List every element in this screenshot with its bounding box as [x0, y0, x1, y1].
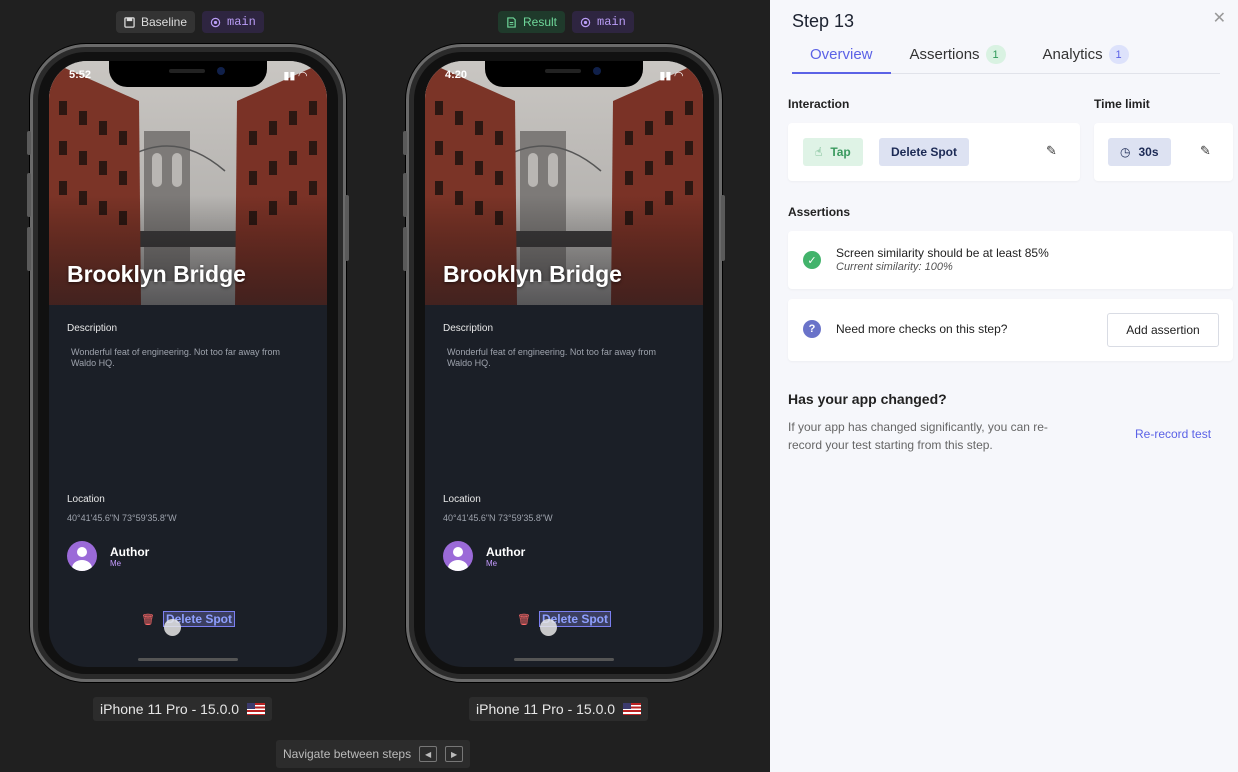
current-similarity-text: Current similarity: 100% [836, 261, 953, 273]
description-label: Description [443, 323, 494, 334]
close-icon[interactable]: ✕ [1213, 8, 1226, 28]
delete-spot-button[interactable]: 🗑 Delete Spot [49, 611, 327, 627]
question-icon: ? [803, 320, 821, 338]
volume-up-button [27, 173, 31, 217]
similarity-assertion-card: ✓ Screen similarity should be at least 8… [788, 231, 1233, 289]
step-details-panel: Step 13 ✕ Overview Assertions 1 Analytic… [770, 0, 1238, 772]
analytics-count-badge: 1 [1108, 45, 1129, 64]
baseline-tag: Baseline [116, 11, 196, 33]
save-icon [124, 16, 135, 28]
status-bar: 5:52 ▮▮ ◠ [69, 69, 307, 82]
assertions-count-badge: 1 [985, 45, 1006, 64]
volume-down-button [27, 227, 31, 271]
author-name: Me [110, 558, 122, 568]
author-row: Author Me [443, 541, 525, 571]
spot-title: Brooklyn Bridge [67, 261, 246, 287]
baseline-tags: Baseline main [116, 11, 264, 33]
spot-title: Brooklyn Bridge [443, 261, 622, 287]
tap-indicator [164, 619, 181, 636]
interaction-heading: Interaction [788, 97, 850, 111]
target-chip: Delete Spot [879, 138, 970, 166]
baseline-phone: 5:52 ▮▮ ◠ Brooklyn Bridge Description Wo… [27, 44, 349, 682]
status-time: 5:52 [69, 69, 92, 81]
assertions-heading: Assertions [788, 205, 851, 219]
rerecord-test-link[interactable]: Re-record test [1135, 427, 1211, 441]
hand-pointer-icon: ☝ [815, 145, 823, 159]
signal-icon: ▮▮ ◠ [659, 70, 683, 82]
panel-title: Step 13 [792, 11, 855, 31]
tab-assertions[interactable]: Assertions 1 [910, 40, 1006, 74]
volume-down-button [403, 227, 407, 271]
baseline-screen: 5:52 ▮▮ ◠ Brooklyn Bridge Description Wo… [49, 61, 327, 667]
add-assertion-button[interactable]: Add assertion [1107, 313, 1219, 347]
description-text: Wonderful feat of engineering. Not too f… [71, 347, 280, 368]
signal-icon: ▮▮ ◠ [283, 70, 307, 82]
location-label: Location [67, 494, 105, 505]
tab-overview[interactable]: Overview [792, 40, 891, 74]
edit-time-limit-icon[interactable]: ✎ [1200, 143, 1211, 159]
author-name: Me [486, 558, 498, 568]
baseline-device-label: iPhone 11 Pro - 15.0.0 [93, 697, 273, 721]
avatar [67, 541, 97, 571]
result-screen: 4:20 ▮▮ ◠ Brooklyn Bridge Description Wo… [425, 61, 703, 667]
tab-bar: Overview Assertions 1 Analytics 1 [792, 40, 1220, 74]
us-flag-icon [247, 703, 266, 715]
status-time: 4:20 [445, 69, 468, 81]
file-icon [507, 16, 516, 28]
more-checks-text: Need more checks on this step? [836, 322, 1008, 336]
home-indicator [514, 658, 614, 661]
home-indicator [138, 658, 238, 661]
mute-switch [403, 131, 407, 155]
time-limit-card: ◷ 30s ✎ [1094, 123, 1233, 181]
power-button [345, 195, 349, 261]
result-tag: Result [498, 11, 566, 33]
time-chip: ◷ 30s [1108, 138, 1171, 166]
branch-icon [580, 17, 591, 27]
result-device-label: iPhone 11 Pro - 15.0.0 [469, 697, 649, 721]
description-text: Wonderful feat of engineering. Not too f… [447, 347, 656, 368]
interaction-card: ☝ Tap Delete Spot ✎ [788, 123, 1080, 181]
tap-indicator [540, 619, 557, 636]
time-limit-heading: Time limit [1094, 97, 1150, 111]
add-assertion-card: ? Need more checks on this step? Add ass… [788, 299, 1233, 361]
result-branch-tag: main [572, 11, 634, 33]
baseline-branch-tag: main [202, 11, 264, 33]
description-label: Description [67, 323, 118, 334]
trash-icon: 🗑 [141, 613, 155, 626]
us-flag-icon [623, 703, 642, 715]
clock-icon: ◷ [1120, 145, 1131, 159]
delete-spot-button[interactable]: 🗑 Delete Spot [425, 611, 703, 627]
device-canvas: Baseline main Result main 5:52 ▮▮ ◠ Broo… [0, 0, 770, 772]
volume-up-button [403, 173, 407, 217]
next-step-icon[interactable]: ▶ [445, 746, 464, 762]
trash-icon: 🗑 [517, 613, 531, 626]
check-icon: ✓ [803, 251, 821, 269]
coordinates: 40°41'45.6"N 73°59'35.8"W [67, 513, 177, 523]
author-label: Author [110, 544, 150, 559]
step-navigator: Navigate between steps ◀ ▶ [276, 740, 471, 768]
similarity-text: Screen similarity should be at least 85% [836, 246, 1049, 260]
avatar [443, 541, 473, 571]
previous-step-icon[interactable]: ◀ [419, 746, 438, 762]
branch-icon [210, 17, 221, 27]
power-button [721, 195, 725, 261]
author-row: Author Me [67, 541, 149, 571]
location-label: Location [443, 494, 481, 505]
mute-switch [27, 131, 31, 155]
edit-interaction-icon[interactable]: ✎ [1046, 143, 1057, 159]
result-tags: Result main [498, 11, 634, 33]
coordinates: 40°41'45.6"N 73°59'35.8"W [443, 513, 553, 523]
app-changed-body: If your app has changed significantly, y… [788, 420, 1048, 452]
author-label: Author [486, 544, 526, 559]
tap-chip: ☝ Tap [803, 138, 863, 166]
result-phone: 4:20 ▮▮ ◠ Brooklyn Bridge Description Wo… [403, 44, 725, 682]
status-bar: 4:20 ▮▮ ◠ [445, 69, 683, 82]
app-changed-heading: Has your app changed? [788, 391, 947, 407]
tab-analytics[interactable]: Analytics 1 [1043, 40, 1129, 74]
